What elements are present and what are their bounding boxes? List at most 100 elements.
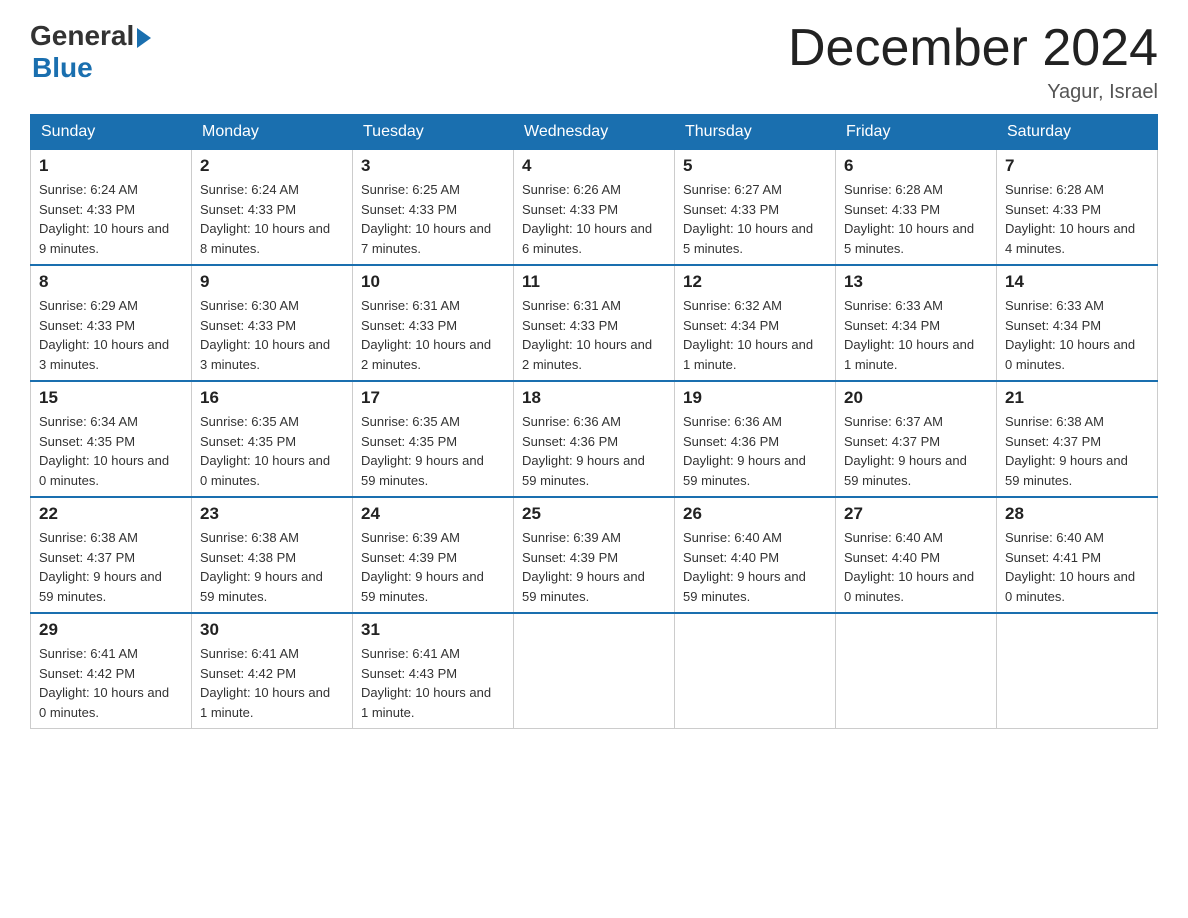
table-row: 10 Sunrise: 6:31 AM Sunset: 4:33 PM Dayl…: [353, 265, 514, 381]
day-number: 21: [1005, 388, 1149, 408]
day-info: Sunrise: 6:39 AM Sunset: 4:39 PM Dayligh…: [522, 528, 666, 606]
table-row: 11 Sunrise: 6:31 AM Sunset: 4:33 PM Dayl…: [514, 265, 675, 381]
table-row: [514, 613, 675, 729]
day-number: 10: [361, 272, 505, 292]
day-info: Sunrise: 6:35 AM Sunset: 4:35 PM Dayligh…: [200, 412, 344, 490]
table-row: 30 Sunrise: 6:41 AM Sunset: 4:42 PM Dayl…: [192, 613, 353, 729]
table-row: [675, 613, 836, 729]
day-number: 23: [200, 504, 344, 524]
day-info: Sunrise: 6:31 AM Sunset: 4:33 PM Dayligh…: [522, 296, 666, 374]
day-number: 6: [844, 156, 988, 176]
day-info: Sunrise: 6:36 AM Sunset: 4:36 PM Dayligh…: [522, 412, 666, 490]
day-info: Sunrise: 6:28 AM Sunset: 4:33 PM Dayligh…: [844, 180, 988, 258]
day-number: 27: [844, 504, 988, 524]
table-row: 29 Sunrise: 6:41 AM Sunset: 4:42 PM Dayl…: [31, 613, 192, 729]
day-number: 3: [361, 156, 505, 176]
day-number: 16: [200, 388, 344, 408]
day-number: 28: [1005, 504, 1149, 524]
day-info: Sunrise: 6:40 AM Sunset: 4:41 PM Dayligh…: [1005, 528, 1149, 606]
table-row: 4 Sunrise: 6:26 AM Sunset: 4:33 PM Dayli…: [514, 150, 675, 266]
calendar-week-row: 15 Sunrise: 6:34 AM Sunset: 4:35 PM Dayl…: [31, 381, 1158, 497]
day-number: 11: [522, 272, 666, 292]
day-info: Sunrise: 6:29 AM Sunset: 4:33 PM Dayligh…: [39, 296, 183, 374]
col-friday: Friday: [836, 115, 997, 150]
day-info: Sunrise: 6:41 AM Sunset: 4:43 PM Dayligh…: [361, 644, 505, 722]
day-info: Sunrise: 6:34 AM Sunset: 4:35 PM Dayligh…: [39, 412, 183, 490]
day-info: Sunrise: 6:26 AM Sunset: 4:33 PM Dayligh…: [522, 180, 666, 258]
table-row: 9 Sunrise: 6:30 AM Sunset: 4:33 PM Dayli…: [192, 265, 353, 381]
day-info: Sunrise: 6:38 AM Sunset: 4:38 PM Dayligh…: [200, 528, 344, 606]
table-row: 2 Sunrise: 6:24 AM Sunset: 4:33 PM Dayli…: [192, 150, 353, 266]
col-saturday: Saturday: [997, 115, 1158, 150]
logo-blue-text: Blue: [32, 52, 93, 84]
calendar-week-row: 1 Sunrise: 6:24 AM Sunset: 4:33 PM Dayli…: [31, 150, 1158, 266]
table-row: 24 Sunrise: 6:39 AM Sunset: 4:39 PM Dayl…: [353, 497, 514, 613]
table-row: [997, 613, 1158, 729]
col-tuesday: Tuesday: [353, 115, 514, 150]
day-info: Sunrise: 6:41 AM Sunset: 4:42 PM Dayligh…: [39, 644, 183, 722]
table-row: 23 Sunrise: 6:38 AM Sunset: 4:38 PM Dayl…: [192, 497, 353, 613]
day-number: 4: [522, 156, 666, 176]
table-row: 1 Sunrise: 6:24 AM Sunset: 4:33 PM Dayli…: [31, 150, 192, 266]
day-number: 8: [39, 272, 183, 292]
col-wednesday: Wednesday: [514, 115, 675, 150]
day-info: Sunrise: 6:24 AM Sunset: 4:33 PM Dayligh…: [200, 180, 344, 258]
day-info: Sunrise: 6:32 AM Sunset: 4:34 PM Dayligh…: [683, 296, 827, 374]
day-number: 12: [683, 272, 827, 292]
logo-arrow-icon: [137, 28, 151, 48]
title-section: December 2024 Yagur, Israel: [788, 20, 1158, 104]
calendar-week-row: 22 Sunrise: 6:38 AM Sunset: 4:37 PM Dayl…: [31, 497, 1158, 613]
day-info: Sunrise: 6:24 AM Sunset: 4:33 PM Dayligh…: [39, 180, 183, 258]
day-info: Sunrise: 6:38 AM Sunset: 4:37 PM Dayligh…: [39, 528, 183, 606]
day-number: 19: [683, 388, 827, 408]
day-number: 2: [200, 156, 344, 176]
day-info: Sunrise: 6:27 AM Sunset: 4:33 PM Dayligh…: [683, 180, 827, 258]
table-row: 17 Sunrise: 6:35 AM Sunset: 4:35 PM Dayl…: [353, 381, 514, 497]
table-row: 8 Sunrise: 6:29 AM Sunset: 4:33 PM Dayli…: [31, 265, 192, 381]
day-info: Sunrise: 6:33 AM Sunset: 4:34 PM Dayligh…: [844, 296, 988, 374]
day-number: 30: [200, 620, 344, 640]
day-number: 17: [361, 388, 505, 408]
day-number: 29: [39, 620, 183, 640]
day-info: Sunrise: 6:28 AM Sunset: 4:33 PM Dayligh…: [1005, 180, 1149, 258]
table-row: 20 Sunrise: 6:37 AM Sunset: 4:37 PM Dayl…: [836, 381, 997, 497]
table-row: 31 Sunrise: 6:41 AM Sunset: 4:43 PM Dayl…: [353, 613, 514, 729]
table-row: 21 Sunrise: 6:38 AM Sunset: 4:37 PM Dayl…: [997, 381, 1158, 497]
month-title: December 2024: [788, 20, 1158, 77]
table-row: 5 Sunrise: 6:27 AM Sunset: 4:33 PM Dayli…: [675, 150, 836, 266]
day-info: Sunrise: 6:30 AM Sunset: 4:33 PM Dayligh…: [200, 296, 344, 374]
table-row: 15 Sunrise: 6:34 AM Sunset: 4:35 PM Dayl…: [31, 381, 192, 497]
col-thursday: Thursday: [675, 115, 836, 150]
day-info: Sunrise: 6:41 AM Sunset: 4:42 PM Dayligh…: [200, 644, 344, 722]
day-number: 26: [683, 504, 827, 524]
day-number: 7: [1005, 156, 1149, 176]
day-info: Sunrise: 6:40 AM Sunset: 4:40 PM Dayligh…: [844, 528, 988, 606]
day-info: Sunrise: 6:38 AM Sunset: 4:37 PM Dayligh…: [1005, 412, 1149, 490]
day-number: 20: [844, 388, 988, 408]
location-label: Yagur, Israel: [788, 81, 1158, 104]
table-row: [836, 613, 997, 729]
day-number: 9: [200, 272, 344, 292]
day-info: Sunrise: 6:40 AM Sunset: 4:40 PM Dayligh…: [683, 528, 827, 606]
table-row: 28 Sunrise: 6:40 AM Sunset: 4:41 PM Dayl…: [997, 497, 1158, 613]
col-monday: Monday: [192, 115, 353, 150]
day-number: 25: [522, 504, 666, 524]
day-info: Sunrise: 6:37 AM Sunset: 4:37 PM Dayligh…: [844, 412, 988, 490]
table-row: 12 Sunrise: 6:32 AM Sunset: 4:34 PM Dayl…: [675, 265, 836, 381]
table-row: 16 Sunrise: 6:35 AM Sunset: 4:35 PM Dayl…: [192, 381, 353, 497]
day-number: 15: [39, 388, 183, 408]
table-row: 14 Sunrise: 6:33 AM Sunset: 4:34 PM Dayl…: [997, 265, 1158, 381]
calendar-table: Sunday Monday Tuesday Wednesday Thursday…: [30, 114, 1158, 729]
table-row: 27 Sunrise: 6:40 AM Sunset: 4:40 PM Dayl…: [836, 497, 997, 613]
day-info: Sunrise: 6:25 AM Sunset: 4:33 PM Dayligh…: [361, 180, 505, 258]
logo: General Blue: [30, 20, 151, 84]
day-number: 31: [361, 620, 505, 640]
table-row: 13 Sunrise: 6:33 AM Sunset: 4:34 PM Dayl…: [836, 265, 997, 381]
table-row: 22 Sunrise: 6:38 AM Sunset: 4:37 PM Dayl…: [31, 497, 192, 613]
col-sunday: Sunday: [31, 115, 192, 150]
table-row: 25 Sunrise: 6:39 AM Sunset: 4:39 PM Dayl…: [514, 497, 675, 613]
logo-general-text: General: [30, 20, 134, 52]
day-info: Sunrise: 6:36 AM Sunset: 4:36 PM Dayligh…: [683, 412, 827, 490]
day-number: 22: [39, 504, 183, 524]
day-number: 13: [844, 272, 988, 292]
